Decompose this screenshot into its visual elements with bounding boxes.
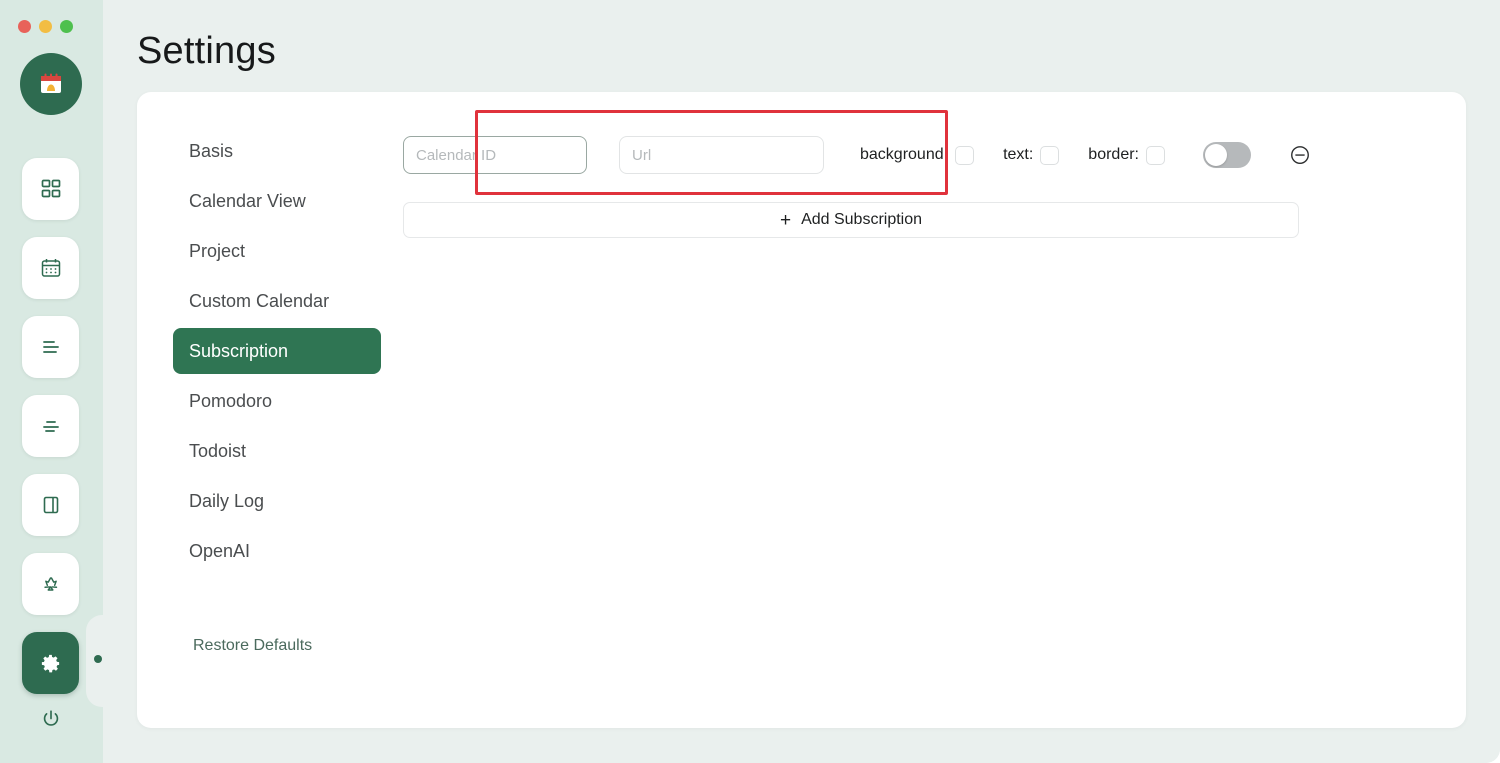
settings-nav-item-calendar-view[interactable]: Calendar View <box>173 178 381 224</box>
close-window-button[interactable] <box>18 20 31 33</box>
maximize-window-button[interactable] <box>60 20 73 33</box>
sidebar-resize-handle[interactable] <box>94 655 102 663</box>
sidebar-item-recycle[interactable] <box>22 553 79 615</box>
plus-icon: + <box>780 211 791 230</box>
sidebar-item-calendar[interactable] <box>22 237 79 299</box>
page-title: Settings <box>137 30 276 73</box>
url-input[interactable] <box>619 136 824 174</box>
calendar-icon <box>40 257 62 279</box>
settings-nav-item-todoist[interactable]: Todoist <box>173 428 381 474</box>
left-rail <box>0 0 103 763</box>
settings-nav-item-project[interactable]: Project <box>173 228 381 274</box>
power-button[interactable] <box>22 705 79 737</box>
settings-nav-item-pomodoro[interactable]: Pomodoro <box>173 378 381 424</box>
background-color-label-text: background: <box>860 146 948 164</box>
text-color-swatch[interactable] <box>1040 146 1059 165</box>
border-color-swatch[interactable] <box>1146 146 1165 165</box>
calendar-id-input[interactable] <box>403 136 587 174</box>
main-content: Settings Basis Calendar View Project Cus… <box>103 0 1500 763</box>
settings-nav-item-openai[interactable]: OpenAI <box>173 528 381 574</box>
rail-icon-list <box>22 158 79 694</box>
app-window: Settings Basis Calendar View Project Cus… <box>0 0 1500 763</box>
gear-icon <box>39 652 62 675</box>
text-color-label[interactable]: text: <box>1003 146 1059 165</box>
nav-label: Daily Log <box>189 491 264 512</box>
settings-nav-item-subscription[interactable]: Subscription <box>173 328 381 374</box>
recycle-icon <box>40 573 62 595</box>
nav-label: OpenAI <box>189 541 250 562</box>
sidebar-item-panel[interactable] <box>22 474 79 536</box>
toggle-knob <box>1205 144 1227 166</box>
agenda-icon <box>40 415 62 437</box>
sidebar-item-agenda[interactable] <box>22 395 79 457</box>
border-color-label-text: border: <box>1088 146 1139 164</box>
nav-label: Calendar View <box>189 191 306 212</box>
power-icon <box>40 708 62 735</box>
settings-nav-item-custom-calendar[interactable]: Custom Calendar <box>173 278 381 324</box>
minimize-window-button[interactable] <box>39 20 52 33</box>
sidebar-item-list-view[interactable] <box>22 316 79 378</box>
nav-label: Pomodoro <box>189 391 272 412</box>
settings-nav-item-basis[interactable]: Basis <box>173 128 381 174</box>
background-color-swatch[interactable] <box>955 146 974 165</box>
dashboard-icon <box>40 178 62 200</box>
add-subscription-label: Add Subscription <box>801 211 922 229</box>
restore-defaults-link[interactable]: Restore Defaults <box>193 637 312 655</box>
settings-card: Basis Calendar View Project Custom Calen… <box>137 92 1466 728</box>
nav-label: Basis <box>189 141 233 162</box>
sidebar-item-dashboard[interactable] <box>22 158 79 220</box>
list-view-icon <box>40 336 62 358</box>
background-color-label[interactable]: background: <box>860 146 974 165</box>
enable-subscription-toggle[interactable] <box>1203 142 1251 168</box>
settings-nav-item-daily-log[interactable]: Daily Log <box>173 478 381 524</box>
color-swatch-group: background: text: border: <box>860 146 1165 165</box>
window-traffic-lights <box>18 20 73 33</box>
nav-label: Project <box>189 241 245 262</box>
add-subscription-button[interactable]: + Add Subscription <box>403 202 1299 238</box>
nav-label: Custom Calendar <box>189 291 329 312</box>
settings-nav: Basis Calendar View Project Custom Calen… <box>173 128 381 578</box>
text-color-label-text: text: <box>1003 146 1033 164</box>
nav-label: Todoist <box>189 441 246 462</box>
calendar-app-logo <box>20 53 82 115</box>
sidebar-panel-icon <box>40 494 62 516</box>
subscription-row: background: text: border: <box>403 117 1303 193</box>
border-color-label[interactable]: border: <box>1088 146 1165 165</box>
nav-label: Subscription <box>189 341 288 362</box>
sidebar-item-settings[interactable] <box>22 632 79 694</box>
remove-subscription-button[interactable] <box>1289 144 1311 166</box>
minus-circle-icon <box>1289 153 1311 170</box>
